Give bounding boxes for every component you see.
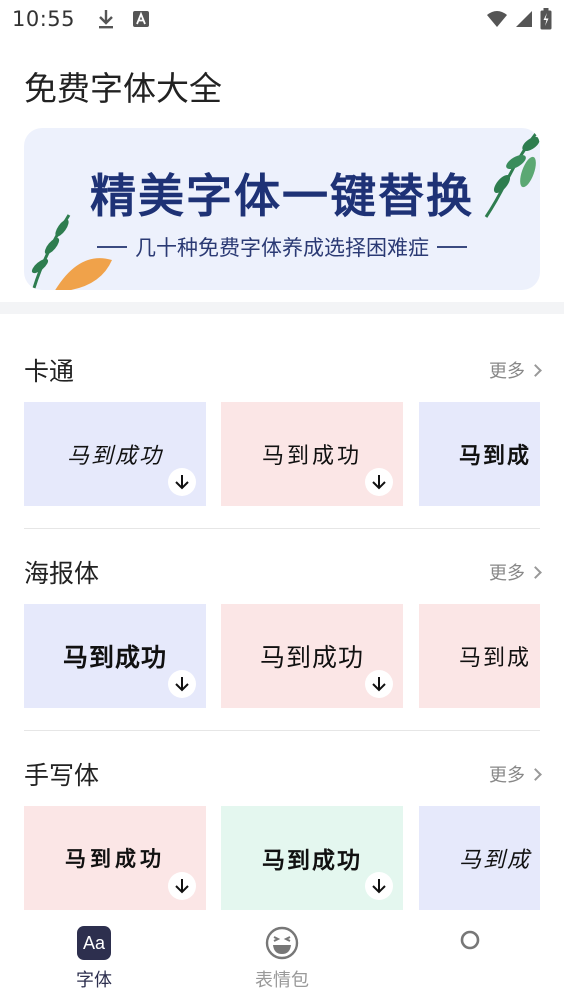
more-button[interactable]: 更多 — [489, 559, 542, 585]
arrow-down-icon — [175, 475, 189, 490]
banner-subtitle: 几十种免费字体养成选择困难症 — [135, 236, 429, 260]
wifi-icon — [486, 10, 508, 28]
section-title: 海报体 — [24, 559, 100, 588]
nav-item-profile[interactable] — [376, 926, 564, 960]
more-button[interactable]: 更多 — [489, 761, 542, 787]
font-card[interactable]: 马到成功 — [24, 806, 206, 910]
font-sample: 马到成 — [459, 444, 532, 469]
circle-icon — [460, 930, 480, 950]
font-sample: 马到成功 — [262, 848, 362, 874]
more-label: 更多 — [489, 361, 525, 382]
arrow-down-icon — [372, 677, 386, 692]
download-icon — [97, 8, 115, 30]
font-sample: 马到成功 — [65, 846, 165, 871]
font-card[interactable]: 马到成功 — [221, 402, 403, 506]
nav-label: 字体 — [76, 970, 112, 991]
font-card[interactable]: 马到成 — [419, 806, 540, 910]
more-label: 更多 — [489, 765, 525, 786]
banner-subtitle-row: 几十种免费字体养成选择困难症 — [24, 232, 540, 262]
font-sample: 马到成 — [459, 646, 532, 671]
status-time: 10:55 — [12, 7, 76, 31]
chevron-right-icon — [529, 363, 542, 377]
font-card[interactable]: 马到成功 — [24, 402, 206, 506]
divider — [97, 246, 127, 248]
arrow-down-icon — [372, 879, 386, 894]
nav-item-fonts[interactable]: Aa 字体 — [0, 926, 188, 992]
arrow-down-icon — [175, 677, 189, 692]
font-sample: 马到成功 — [261, 443, 362, 468]
download-button[interactable] — [168, 670, 196, 698]
more-button[interactable]: 更多 — [489, 357, 542, 383]
laughing-face-icon — [265, 926, 299, 960]
divider — [24, 730, 540, 731]
text-a-icon — [133, 11, 150, 27]
font-sample: 马到成功 — [66, 444, 163, 469]
banner-headline: 精美字体一键替换 — [90, 169, 474, 223]
font-aa-icon: Aa — [77, 926, 111, 960]
nav-label: 表情包 — [255, 970, 309, 991]
page-title: 免费字体大全 — [24, 69, 222, 108]
battery-charging-icon — [540, 8, 552, 30]
download-button[interactable] — [365, 468, 393, 496]
font-card[interactable]: 马到成 — [419, 604, 540, 708]
divider — [437, 246, 467, 248]
font-card[interactable]: 马到成 — [419, 402, 540, 506]
promo-banner[interactable]: 精美字体一键替换 几十种免费字体养成选择困难症 — [24, 128, 540, 290]
chevron-right-icon — [529, 565, 542, 579]
arrow-down-icon — [175, 879, 189, 894]
font-card[interactable]: 马到成功 — [24, 604, 206, 708]
download-button[interactable] — [168, 872, 196, 900]
bottom-nav: Aa 字体 表情包 — [0, 912, 564, 1004]
nav-item-stickers[interactable]: 表情包 — [188, 926, 376, 992]
divider — [24, 528, 540, 529]
font-card[interactable]: 马到成功 — [221, 604, 403, 708]
font-card[interactable]: 马到成功 — [221, 806, 403, 910]
section-title: 卡通 — [24, 357, 75, 386]
font-sample: 马到成 — [459, 848, 532, 873]
font-sample: 马到成功 — [259, 644, 364, 672]
signal-icon — [515, 10, 533, 28]
arrow-down-icon — [372, 475, 386, 490]
download-button[interactable] — [365, 670, 393, 698]
status-bar: 10:55 — [0, 0, 564, 38]
download-button[interactable] — [168, 468, 196, 496]
download-button[interactable] — [365, 872, 393, 900]
section-divider — [0, 302, 564, 314]
chevron-right-icon — [529, 767, 542, 781]
section-title: 手写体 — [24, 761, 100, 790]
font-sample: 马到成功 — [62, 643, 167, 672]
more-label: 更多 — [489, 563, 525, 584]
